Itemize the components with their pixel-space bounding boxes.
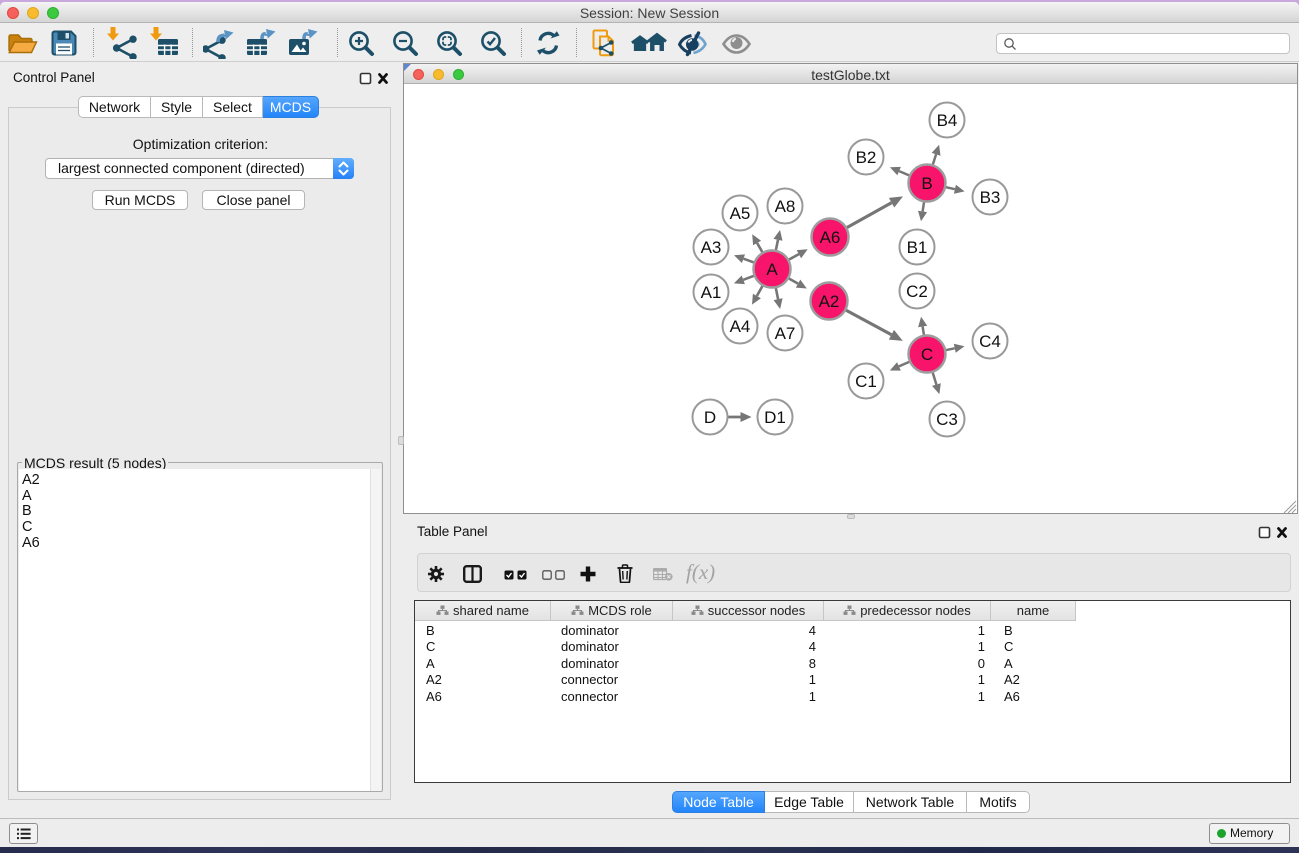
svg-text:A: A: [766, 260, 778, 279]
svg-text:B3: B3: [980, 188, 1001, 207]
svg-text:B4: B4: [937, 111, 958, 130]
svg-text:A1: A1: [701, 283, 722, 302]
svg-text:C: C: [921, 345, 933, 364]
svg-text:C1: C1: [855, 372, 877, 391]
svg-text:B1: B1: [907, 238, 928, 257]
svg-text:A6: A6: [820, 228, 841, 247]
svg-text:A2: A2: [819, 292, 840, 311]
svg-text:B2: B2: [856, 148, 877, 167]
svg-text:C4: C4: [979, 332, 1001, 351]
svg-text:A5: A5: [730, 204, 751, 223]
svg-text:C2: C2: [906, 282, 928, 301]
svg-text:B: B: [921, 174, 932, 193]
svg-text:A8: A8: [775, 197, 796, 216]
svg-text:A3: A3: [701, 238, 722, 257]
svg-text:A4: A4: [730, 317, 751, 336]
svg-text:C3: C3: [936, 410, 958, 429]
svg-text:A7: A7: [775, 324, 796, 343]
svg-text:D: D: [704, 408, 716, 427]
svg-text:D1: D1: [764, 408, 786, 427]
